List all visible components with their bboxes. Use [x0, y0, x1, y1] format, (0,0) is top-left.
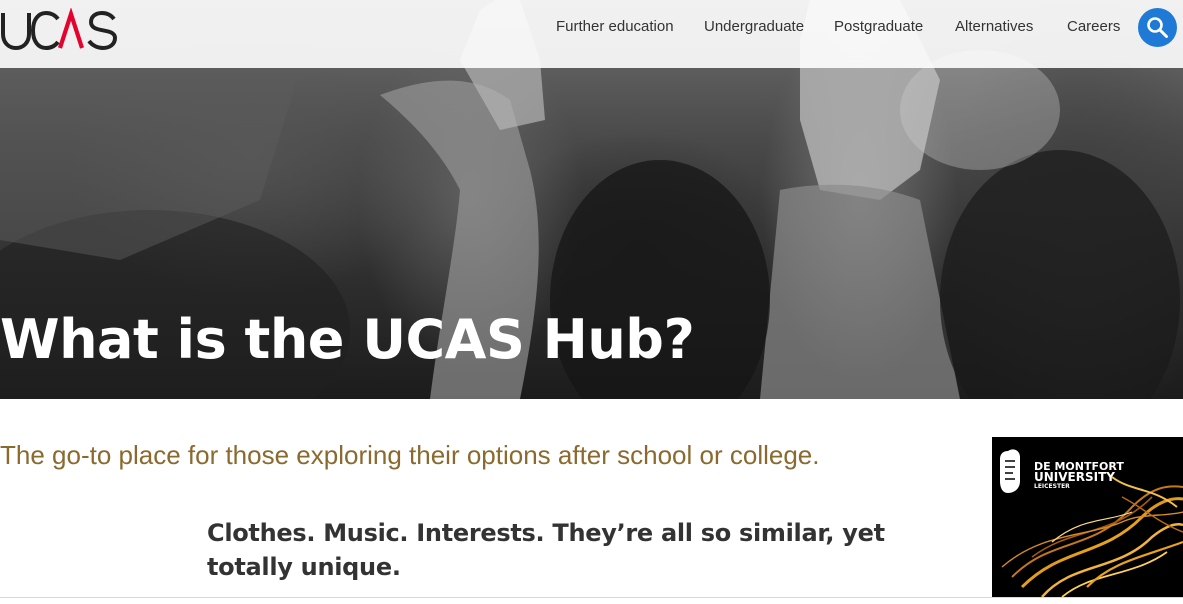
site-header: Further education Undergraduate Postgrad…: [0, 0, 1183, 68]
nav-alternatives[interactable]: Alternatives: [955, 18, 1033, 35]
nav-undergraduate[interactable]: Undergraduate: [704, 18, 804, 35]
dmu-crest-icon: [1000, 449, 1020, 493]
nav-postgraduate[interactable]: Postgraduate: [834, 18, 923, 35]
divider: [0, 597, 1183, 598]
ad-brand-line3: LEICESTER: [1034, 483, 1070, 490]
ucas-logo-icon: [1, 7, 118, 51]
nav-careers[interactable]: Careers: [1067, 18, 1120, 35]
search-button[interactable]: [1138, 8, 1177, 47]
ad-brand: DE MONTFORT UNIVERSITY LEICESTER: [1034, 461, 1124, 491]
feature-heading: Clothes. Music. Interests. They’re all s…: [207, 519, 885, 581]
intro-text: The go-to place for those exploring thei…: [0, 440, 820, 470]
nav-further-education[interactable]: Further education: [556, 18, 674, 35]
ucas-logo[interactable]: [0, 7, 120, 51]
search-icon: [1147, 17, 1168, 38]
page-title: What is the UCAS Hub?: [0, 308, 695, 371]
ad-brand-line2: UNIVERSITY: [1034, 470, 1115, 484]
dmu-advert[interactable]: DE MONTFORT UNIVERSITY LEICESTER: [992, 437, 1183, 597]
